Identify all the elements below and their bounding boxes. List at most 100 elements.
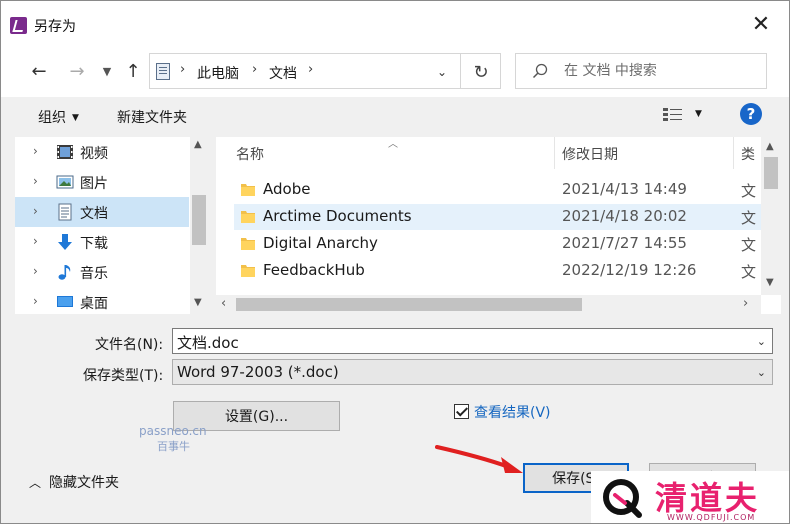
scroll-up-arrow-icon[interactable]: ▲ — [194, 139, 202, 150]
scrollbar-thumb[interactable] — [192, 195, 206, 245]
tree-item-pictures[interactable]: › 图片 — [15, 167, 189, 197]
address-divider — [460, 54, 461, 88]
command-toolbar: 组织 ▼ 新建文件夹 ▼ ? — [1, 97, 789, 137]
folder-icon — [241, 184, 255, 196]
scroll-left-arrow-icon[interactable]: ‹ — [221, 296, 226, 311]
refresh-icon[interactable]: ↻ — [468, 59, 494, 85]
folder-icon — [241, 238, 255, 250]
scroll-down-arrow-icon[interactable]: ▼ — [766, 277, 774, 288]
file-list-horizontal-scrollbar[interactable]: ‹ › — [216, 295, 761, 314]
navigation-bar: ← → ▼ ↑ › 此电脑 › 文档 › ⌄ ↻ — [1, 45, 789, 97]
search-icon — [532, 63, 548, 79]
organize-button[interactable]: 组织 ▼ — [38, 107, 79, 127]
tree-item-music[interactable]: › 音乐 — [15, 257, 189, 287]
file-name: Adobe — [263, 180, 311, 198]
new-folder-button[interactable]: 新建文件夹 — [117, 107, 187, 127]
scroll-down-arrow-icon[interactable]: ▼ — [194, 297, 202, 308]
music-folder-icon — [58, 265, 71, 280]
expand-chevron-icon[interactable]: › — [33, 234, 38, 248]
navigation-pane: › 视频 › 图片 › 文档 › 下载 › 音乐 › 桌面 ▲ ▼ — [15, 137, 208, 314]
expand-chevron-icon[interactable]: › — [33, 144, 38, 158]
forward-arrow-icon[interactable]: → — [65, 59, 89, 83]
tree-item-downloads[interactable]: › 下载 — [15, 227, 189, 257]
folder-icon — [241, 211, 255, 223]
file-list: ︿ 名称 修改日期 类 Adobe 2021/4/13 14:49 文 Arct… — [216, 137, 781, 314]
tree-item-label: 音乐 — [80, 266, 108, 282]
organize-label: 组织 — [38, 110, 66, 126]
chevron-up-icon: ︿ — [29, 476, 42, 490]
scroll-up-arrow-icon[interactable]: ▲ — [766, 141, 774, 152]
tree-item-label: 桌面 — [80, 296, 108, 312]
filename-dropdown-chevron-icon[interactable]: ⌄ — [757, 335, 766, 348]
tree-item-label: 视频 — [80, 146, 108, 162]
file-type: 文 — [741, 236, 757, 254]
hide-folders-button[interactable]: ︿ 隐藏文件夹 — [29, 472, 119, 492]
file-row[interactable]: Arctime Documents 2021/4/18 20:02 文 — [234, 204, 761, 230]
organize-caret-icon: ▼ — [72, 113, 79, 123]
up-arrow-icon[interactable]: ↑ — [121, 59, 145, 83]
file-name: FeedbackHub — [263, 261, 365, 279]
view-results-label[interactable]: 查看结果(V) — [474, 402, 551, 422]
search-input[interactable] — [564, 61, 759, 81]
documents-folder-icon — [58, 203, 72, 221]
file-modified: 2021/4/13 14:49 — [562, 180, 687, 198]
file-modified: 2022/12/19 12:26 — [562, 261, 697, 279]
breadcrumb-separator-icon[interactable]: › — [308, 62, 313, 77]
save-type-select[interactable]: Word 97-2003 (*.doc) ⌄ — [172, 359, 773, 385]
navigation-pane-scrollbar[interactable]: ▲ ▼ — [190, 137, 208, 314]
brand-watermark: 清道夫 WWW.QDFUJI.COM — [591, 471, 789, 523]
expand-chevron-icon[interactable]: › — [33, 264, 38, 278]
file-list-vertical-scrollbar[interactable]: ▲ ▼ — [761, 137, 781, 295]
annotation-arrow-icon — [435, 445, 523, 473]
expand-chevron-icon[interactable]: › — [33, 294, 38, 308]
filename-value: 文档.doc — [177, 334, 239, 352]
file-row[interactable]: Digital Anarchy 2021/7/27 14:55 文 — [234, 231, 761, 257]
sort-ascending-icon: ︿ — [388, 139, 398, 150]
view-results-checkbox[interactable] — [454, 404, 469, 419]
expand-chevron-icon[interactable]: › — [33, 174, 38, 188]
brand-logo-icon — [603, 479, 642, 518]
address-bar[interactable]: › 此电脑 › 文档 › ⌄ ↻ — [149, 53, 501, 89]
downloads-folder-icon — [58, 234, 72, 250]
document-location-icon — [156, 63, 170, 80]
file-type: 文 — [741, 182, 757, 200]
tree-item-label: 文档 — [80, 206, 108, 222]
window-title: 另存为 — [34, 19, 76, 35]
search-box[interactable] — [515, 53, 767, 89]
watermark-text: 百事牛 — [157, 440, 190, 453]
view-options-caret-icon[interactable]: ▼ — [695, 109, 702, 119]
scroll-right-arrow-icon[interactable]: › — [743, 296, 748, 311]
breadcrumb-separator-icon[interactable]: › — [180, 62, 185, 77]
breadcrumb-this-pc[interactable]: 此电脑 — [197, 63, 239, 83]
column-header-modified[interactable]: 修改日期 — [562, 144, 618, 176]
breadcrumb-documents[interactable]: 文档 — [269, 63, 297, 83]
expand-chevron-icon[interactable]: › — [33, 204, 38, 218]
breadcrumb-separator-icon[interactable]: › — [252, 62, 257, 77]
back-arrow-icon[interactable]: ← — [27, 59, 51, 83]
column-header-type[interactable]: 类 — [741, 144, 755, 176]
save-type-chevron-icon[interactable]: ⌄ — [757, 366, 766, 379]
file-modified: 2021/4/18 20:02 — [562, 207, 687, 225]
column-divider[interactable] — [554, 137, 555, 169]
view-options-icon[interactable] — [663, 107, 683, 123]
save-type-value: Word 97-2003 (*.doc) — [177, 363, 339, 381]
address-history-chevron-icon[interactable]: ⌄ — [430, 60, 454, 84]
scrollbar-thumb[interactable] — [236, 298, 582, 311]
recent-locations-chevron-icon[interactable]: ▼ — [99, 59, 115, 83]
scrollbar-thumb[interactable] — [764, 157, 778, 189]
file-name: Arctime Documents — [263, 207, 412, 225]
column-header-name[interactable]: 名称 — [236, 144, 264, 176]
file-name: Digital Anarchy — [263, 234, 378, 252]
tree-item-desktop[interactable]: › 桌面 — [15, 287, 189, 314]
close-button[interactable]: ✕ — [743, 9, 779, 39]
file-type: 文 — [741, 209, 757, 227]
tree-item-label: 图片 — [80, 176, 108, 192]
tree-item-videos[interactable]: › 视频 — [15, 137, 189, 167]
filename-field[interactable]: 文档.doc ⌄ — [172, 328, 773, 354]
title-bar: 另存为 ✕ — [1, 1, 789, 45]
column-divider[interactable] — [733, 137, 734, 169]
tree-item-documents[interactable]: › 文档 — [15, 197, 189, 227]
file-row[interactable]: Adobe 2021/4/13 14:49 文 — [234, 177, 761, 203]
help-icon[interactable]: ? — [740, 103, 762, 125]
file-row[interactable]: FeedbackHub 2022/12/19 12:26 文 — [234, 258, 761, 284]
